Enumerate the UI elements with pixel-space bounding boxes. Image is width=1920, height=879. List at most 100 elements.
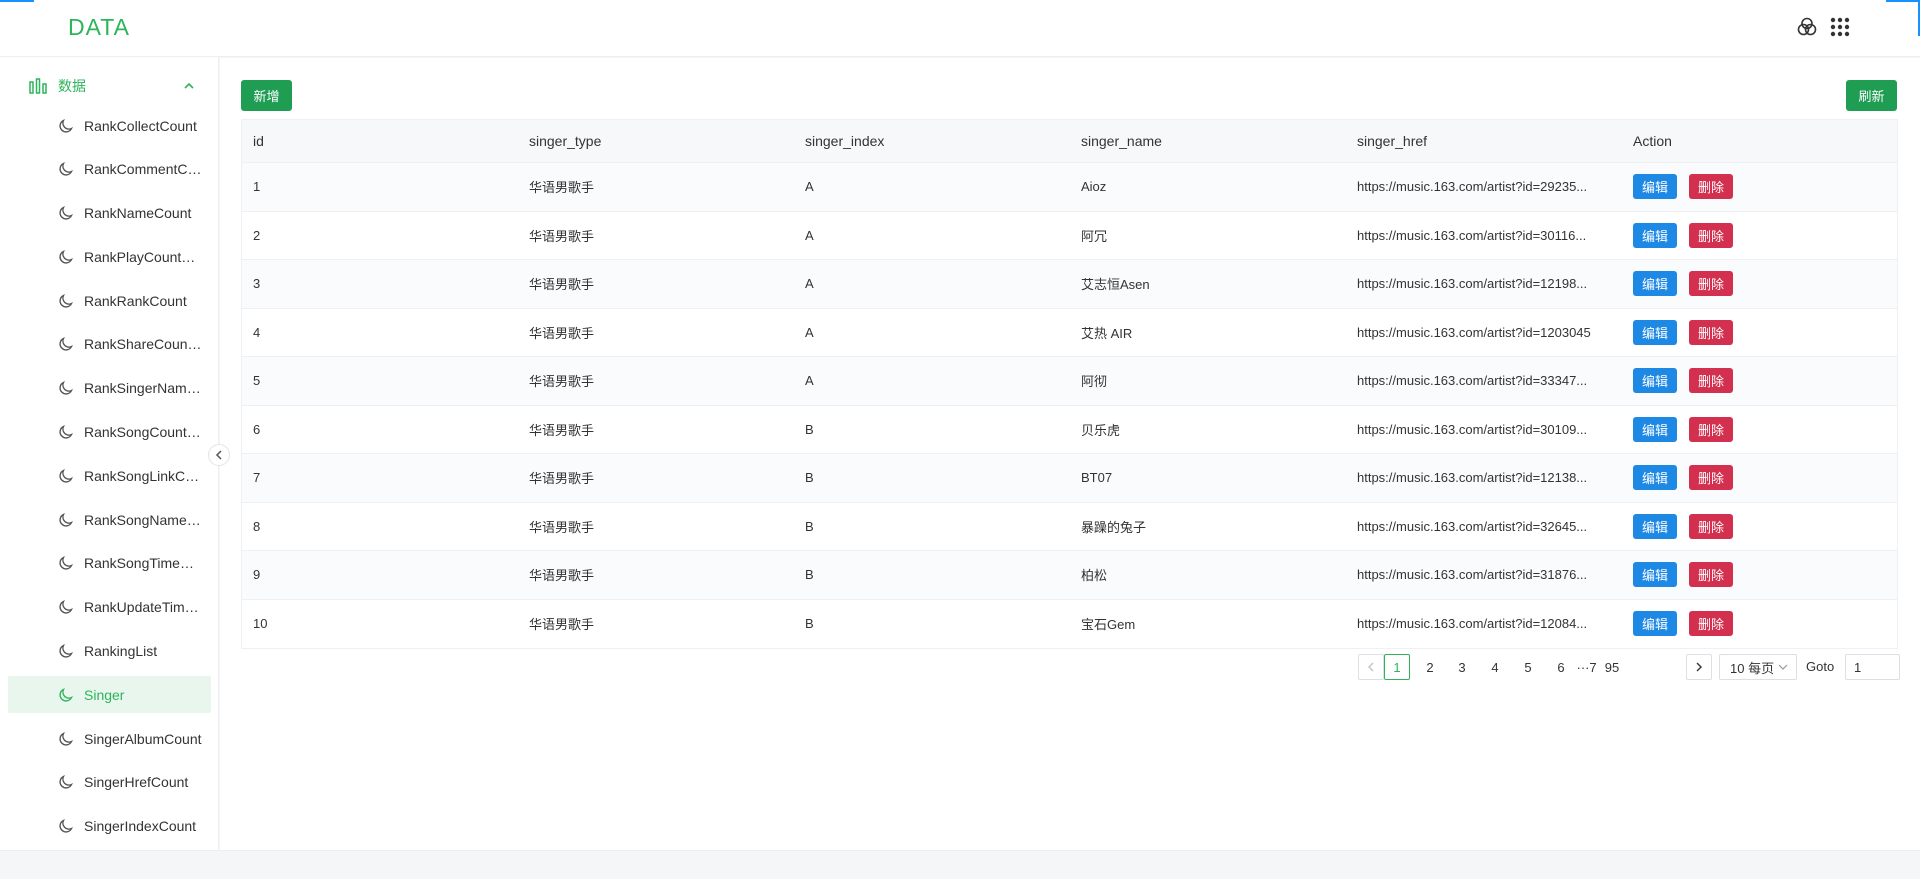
page-7[interactable]: 7 — [1580, 654, 1606, 680]
delete-button[interactable]: 删除 — [1689, 465, 1733, 491]
cell-singer-href: https://music.163.com/artist?id=31876... — [1357, 567, 1588, 583]
delete-button[interactable]: 删除 — [1689, 368, 1733, 394]
sidebar-item-ranksongnamecount[interactable]: RankSongNameCount — [8, 501, 211, 538]
sidebar-item-rankcommentcount[interactable]: RankCommentCount — [8, 151, 211, 188]
column-header-id[interactable]: id — [242, 133, 518, 149]
moon-icon — [58, 730, 76, 748]
edit-button[interactable]: 编辑 — [1633, 174, 1677, 200]
next-page-button[interactable] — [1686, 654, 1712, 680]
header-accent-right — [1886, 0, 1920, 2]
delete-button[interactable]: 删除 — [1689, 611, 1733, 637]
sidebar-item-rankrankcount[interactable]: RankRankCount — [8, 282, 211, 319]
sidebar-item-rankplaycountcount[interactable]: RankPlayCountCount — [8, 238, 211, 275]
delete-button[interactable]: 删除 — [1689, 319, 1733, 345]
sidebar-collapse-button[interactable] — [208, 444, 230, 466]
cell-action: 编辑 删除 — [1622, 368, 1897, 394]
edit-button[interactable]: 编辑 — [1633, 416, 1677, 442]
delete-button[interactable]: 删除 — [1689, 513, 1733, 539]
page-6[interactable]: 6 — [1548, 654, 1574, 680]
table-row: 9 华语男歌手 B 柏松 https://music.163.com/artist?id… — [242, 551, 1897, 600]
cell-action: 编辑 删除 — [1622, 271, 1897, 297]
delete-button[interactable]: 删除 — [1689, 174, 1733, 200]
page-size-value: 10 每页 — [1730, 660, 1775, 676]
sidebar-item-rankcollectcount[interactable]: RankCollectCount — [8, 107, 211, 144]
cell-singer-index: A — [805, 373, 814, 389]
cell-singer-name: 艾志恒Asen — [1081, 277, 1150, 293]
sidebar-item-rankupdatetimecount[interactable]: RankUpdateTimeCount — [8, 589, 211, 626]
edit-button[interactable]: 编辑 — [1633, 368, 1677, 394]
apps-grid-icon[interactable] — [1828, 15, 1852, 39]
cell-singer-index: A — [805, 227, 814, 243]
add-button[interactable]: 新增 — [241, 80, 292, 111]
moon-icon — [58, 248, 76, 266]
delete-button[interactable]: 删除 — [1689, 222, 1733, 248]
goto-page-input[interactable] — [1845, 654, 1900, 680]
cell-singer-href: https://music.163.com/artist?id=30109... — [1357, 421, 1588, 437]
sidebar-item-ranksongtimecount[interactable]: RankSongTimeCount — [8, 545, 211, 582]
table-row: 6 华语男歌手 B 贝乐虎 https://music.163.com/artist?i… — [242, 406, 1897, 454]
moon-icon — [58, 117, 76, 135]
table-row: 10 华语男歌手 B 宝石Gem https://music.163.com/artis… — [242, 600, 1897, 649]
delete-button[interactable]: 删除 — [1689, 416, 1733, 442]
page-1[interactable]: 1 — [1384, 654, 1410, 680]
page-3[interactable]: 3 — [1449, 654, 1475, 680]
moon-icon — [58, 204, 76, 222]
sidebar-item-ranksharecountcount[interactable]: RankShareCountCount — [8, 326, 211, 363]
cell-singer-name: BT07 — [1081, 470, 1113, 486]
delete-button[interactable]: 删除 — [1689, 562, 1733, 588]
circles-icon[interactable] — [1795, 15, 1819, 39]
column-header-singer-type[interactable]: singer_type — [518, 133, 794, 149]
cell-singer-name: 暴躁的兔子 — [1081, 519, 1147, 535]
moon-icon — [58, 817, 76, 835]
sidebar-item-ranknamecount[interactable]: RankNameCount — [8, 195, 211, 232]
sidebar-item-ranksonglinkcount[interactable]: RankSongLinkCount — [8, 457, 211, 494]
delete-button[interactable]: 删除 — [1689, 271, 1733, 297]
edit-button[interactable]: 编辑 — [1633, 319, 1677, 345]
prev-page-button[interactable] — [1358, 654, 1384, 680]
cell-action: 编辑 删除 — [1622, 319, 1897, 345]
sidebar-item-rankinglist[interactable]: RankingList — [8, 633, 211, 670]
moon-icon — [58, 511, 76, 529]
cell-singer-index: A — [805, 324, 814, 340]
column-header-singer-href[interactable]: singer_href — [1346, 133, 1622, 149]
table-row: 8 华语男歌手 B 暴躁的兔子 https://music.163.com/artist… — [242, 503, 1897, 551]
edit-button[interactable]: 编辑 — [1633, 271, 1677, 297]
cell-action: 编辑 删除 — [1622, 416, 1897, 442]
top-header: DATA — [0, 0, 1920, 57]
table-body: 1 华语男歌手 A Aioz https://music.163.com/artist?… — [242, 163, 1897, 648]
cell-id: 9 — [253, 567, 261, 583]
cell-singer-type: 华语男歌手 — [529, 568, 595, 584]
column-header-action: Action — [1633, 133, 1672, 149]
cell-singer-index: B — [805, 616, 814, 632]
edit-button[interactable]: 编辑 — [1633, 513, 1677, 539]
page-2[interactable]: 2 — [1417, 654, 1443, 680]
refresh-button[interactable]: 刷新 — [1846, 80, 1897, 111]
goto-label: Goto — [1806, 659, 1835, 674]
cell-singer-href: https://music.163.com/artist?id=12084... — [1357, 616, 1588, 632]
moon-icon — [58, 642, 76, 660]
page-5[interactable]: 5 — [1515, 654, 1541, 680]
page-size-select[interactable]: 10 每页 — [1719, 654, 1797, 680]
sidebar-item-label: SingerAlbumCount — [84, 730, 202, 747]
edit-button[interactable]: 编辑 — [1633, 611, 1677, 637]
sidebar-item-singerindexcount[interactable]: SingerIndexCount — [8, 808, 211, 845]
brand-logo[interactable]: DATA — [68, 14, 130, 41]
cell-id: 8 — [253, 518, 261, 534]
edit-button[interactable]: 编辑 — [1633, 222, 1677, 248]
edit-button[interactable]: 编辑 — [1633, 465, 1677, 491]
sidebar-item-singer[interactable]: Singer — [8, 676, 211, 714]
menu-group-data[interactable]: 数据 — [8, 66, 211, 106]
cell-id: 1 — [253, 179, 261, 195]
cell-action: 编辑 删除 — [1622, 611, 1897, 637]
page-4[interactable]: 4 — [1482, 654, 1508, 680]
sidebar-item-ranksongcountcount[interactable]: RankSongCountCount — [8, 414, 211, 451]
cell-singer-type: 华语男歌手 — [529, 228, 595, 244]
sidebar-item-singerhrefcount[interactable]: SingerHrefCount — [8, 764, 211, 801]
cell-singer-href: https://music.163.com/artist?id=29235... — [1357, 179, 1588, 195]
edit-button[interactable]: 编辑 — [1633, 562, 1677, 588]
column-header-singer-name[interactable]: singer_name — [1070, 133, 1346, 149]
column-header-singer-index[interactable]: singer_index — [794, 133, 1070, 149]
header-accent-left — [0, 0, 34, 2]
sidebar-item-singeralbumcount[interactable]: SingerAlbumCount — [8, 720, 211, 757]
sidebar-item-ranksingernamecount[interactable]: RankSingerNameCount — [8, 370, 211, 407]
